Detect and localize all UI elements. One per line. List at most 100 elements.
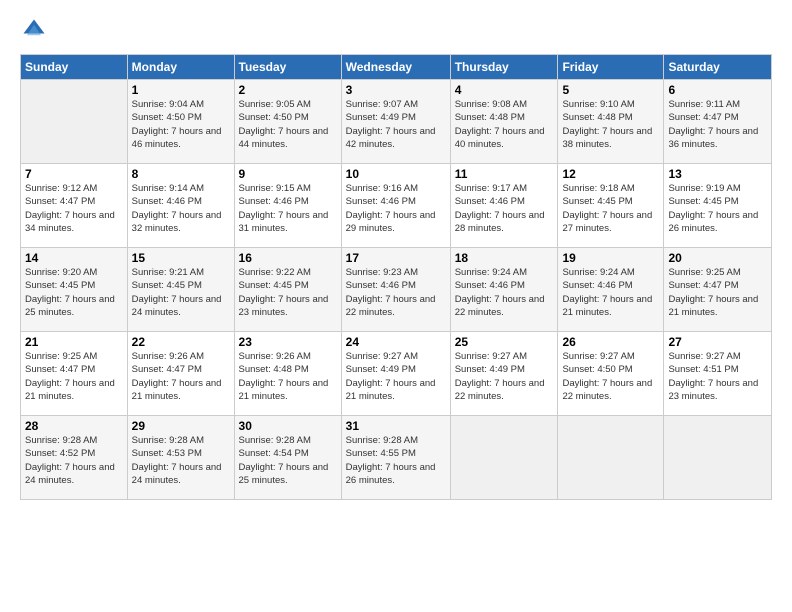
day-info: Sunrise: 9:16 AMSunset: 4:46 PMDaylight:… [346, 182, 446, 235]
header-cell-tuesday: Tuesday [234, 55, 341, 80]
header-cell-sunday: Sunday [21, 55, 128, 80]
day-number: 20 [668, 251, 767, 265]
day-cell [21, 80, 128, 164]
day-number: 25 [455, 335, 554, 349]
day-cell: 4Sunrise: 9:08 AMSunset: 4:48 PMDaylight… [450, 80, 558, 164]
day-info: Sunrise: 9:28 AMSunset: 4:53 PMDaylight:… [132, 434, 230, 487]
logo [20, 16, 52, 44]
day-info: Sunrise: 9:28 AMSunset: 4:52 PMDaylight:… [25, 434, 123, 487]
day-cell: 8Sunrise: 9:14 AMSunset: 4:46 PMDaylight… [127, 164, 234, 248]
page: SundayMondayTuesdayWednesdayThursdayFrid… [0, 0, 792, 612]
day-number: 28 [25, 419, 123, 433]
header [20, 16, 772, 44]
day-number: 3 [346, 83, 446, 97]
day-info: Sunrise: 9:24 AMSunset: 4:46 PMDaylight:… [455, 266, 554, 319]
day-number: 23 [239, 335, 337, 349]
day-cell [450, 416, 558, 500]
header-cell-wednesday: Wednesday [341, 55, 450, 80]
day-number: 12 [562, 167, 659, 181]
day-number: 9 [239, 167, 337, 181]
day-info: Sunrise: 9:27 AMSunset: 4:49 PMDaylight:… [346, 350, 446, 403]
day-number: 21 [25, 335, 123, 349]
day-cell: 12Sunrise: 9:18 AMSunset: 4:45 PMDayligh… [558, 164, 664, 248]
day-number: 7 [25, 167, 123, 181]
day-number: 18 [455, 251, 554, 265]
header-row: SundayMondayTuesdayWednesdayThursdayFrid… [21, 55, 772, 80]
day-cell: 19Sunrise: 9:24 AMSunset: 4:46 PMDayligh… [558, 248, 664, 332]
day-cell: 6Sunrise: 9:11 AMSunset: 4:47 PMDaylight… [664, 80, 772, 164]
day-number: 22 [132, 335, 230, 349]
day-cell: 31Sunrise: 9:28 AMSunset: 4:55 PMDayligh… [341, 416, 450, 500]
day-number: 26 [562, 335, 659, 349]
day-cell: 10Sunrise: 9:16 AMSunset: 4:46 PMDayligh… [341, 164, 450, 248]
day-cell: 25Sunrise: 9:27 AMSunset: 4:49 PMDayligh… [450, 332, 558, 416]
header-cell-thursday: Thursday [450, 55, 558, 80]
day-info: Sunrise: 9:25 AMSunset: 4:47 PMDaylight:… [668, 266, 767, 319]
day-cell: 14Sunrise: 9:20 AMSunset: 4:45 PMDayligh… [21, 248, 128, 332]
day-number: 30 [239, 419, 337, 433]
day-info: Sunrise: 9:07 AMSunset: 4:49 PMDaylight:… [346, 98, 446, 151]
day-number: 19 [562, 251, 659, 265]
calendar-header: SundayMondayTuesdayWednesdayThursdayFrid… [21, 55, 772, 80]
day-info: Sunrise: 9:08 AMSunset: 4:48 PMDaylight:… [455, 98, 554, 151]
day-info: Sunrise: 9:28 AMSunset: 4:55 PMDaylight:… [346, 434, 446, 487]
day-cell: 22Sunrise: 9:26 AMSunset: 4:47 PMDayligh… [127, 332, 234, 416]
day-number: 5 [562, 83, 659, 97]
day-cell: 5Sunrise: 9:10 AMSunset: 4:48 PMDaylight… [558, 80, 664, 164]
week-row-3: 14Sunrise: 9:20 AMSunset: 4:45 PMDayligh… [21, 248, 772, 332]
day-cell: 9Sunrise: 9:15 AMSunset: 4:46 PMDaylight… [234, 164, 341, 248]
day-info: Sunrise: 9:15 AMSunset: 4:46 PMDaylight:… [239, 182, 337, 235]
day-info: Sunrise: 9:27 AMSunset: 4:49 PMDaylight:… [455, 350, 554, 403]
header-cell-monday: Monday [127, 55, 234, 80]
day-info: Sunrise: 9:28 AMSunset: 4:54 PMDaylight:… [239, 434, 337, 487]
week-row-4: 21Sunrise: 9:25 AMSunset: 4:47 PMDayligh… [21, 332, 772, 416]
day-info: Sunrise: 9:26 AMSunset: 4:47 PMDaylight:… [132, 350, 230, 403]
day-cell: 3Sunrise: 9:07 AMSunset: 4:49 PMDaylight… [341, 80, 450, 164]
day-cell: 21Sunrise: 9:25 AMSunset: 4:47 PMDayligh… [21, 332, 128, 416]
day-cell: 2Sunrise: 9:05 AMSunset: 4:50 PMDaylight… [234, 80, 341, 164]
day-info: Sunrise: 9:23 AMSunset: 4:46 PMDaylight:… [346, 266, 446, 319]
header-cell-friday: Friday [558, 55, 664, 80]
day-number: 8 [132, 167, 230, 181]
day-cell: 15Sunrise: 9:21 AMSunset: 4:45 PMDayligh… [127, 248, 234, 332]
day-number: 2 [239, 83, 337, 97]
day-cell [664, 416, 772, 500]
day-number: 24 [346, 335, 446, 349]
day-cell: 24Sunrise: 9:27 AMSunset: 4:49 PMDayligh… [341, 332, 450, 416]
day-info: Sunrise: 9:18 AMSunset: 4:45 PMDaylight:… [562, 182, 659, 235]
day-info: Sunrise: 9:04 AMSunset: 4:50 PMDaylight:… [132, 98, 230, 151]
day-cell: 28Sunrise: 9:28 AMSunset: 4:52 PMDayligh… [21, 416, 128, 500]
week-row-1: 1Sunrise: 9:04 AMSunset: 4:50 PMDaylight… [21, 80, 772, 164]
day-info: Sunrise: 9:14 AMSunset: 4:46 PMDaylight:… [132, 182, 230, 235]
day-number: 31 [346, 419, 446, 433]
day-number: 15 [132, 251, 230, 265]
day-number: 1 [132, 83, 230, 97]
logo-icon [20, 16, 48, 44]
day-cell: 27Sunrise: 9:27 AMSunset: 4:51 PMDayligh… [664, 332, 772, 416]
day-info: Sunrise: 9:11 AMSunset: 4:47 PMDaylight:… [668, 98, 767, 151]
day-cell: 17Sunrise: 9:23 AMSunset: 4:46 PMDayligh… [341, 248, 450, 332]
day-info: Sunrise: 9:10 AMSunset: 4:48 PMDaylight:… [562, 98, 659, 151]
day-info: Sunrise: 9:19 AMSunset: 4:45 PMDaylight:… [668, 182, 767, 235]
day-cell: 23Sunrise: 9:26 AMSunset: 4:48 PMDayligh… [234, 332, 341, 416]
day-cell: 11Sunrise: 9:17 AMSunset: 4:46 PMDayligh… [450, 164, 558, 248]
header-cell-saturday: Saturday [664, 55, 772, 80]
calendar-body: 1Sunrise: 9:04 AMSunset: 4:50 PMDaylight… [21, 80, 772, 500]
day-cell: 18Sunrise: 9:24 AMSunset: 4:46 PMDayligh… [450, 248, 558, 332]
day-info: Sunrise: 9:27 AMSunset: 4:51 PMDaylight:… [668, 350, 767, 403]
day-info: Sunrise: 9:20 AMSunset: 4:45 PMDaylight:… [25, 266, 123, 319]
day-number: 17 [346, 251, 446, 265]
day-cell: 30Sunrise: 9:28 AMSunset: 4:54 PMDayligh… [234, 416, 341, 500]
day-number: 27 [668, 335, 767, 349]
day-info: Sunrise: 9:21 AMSunset: 4:45 PMDaylight:… [132, 266, 230, 319]
day-cell: 13Sunrise: 9:19 AMSunset: 4:45 PMDayligh… [664, 164, 772, 248]
day-info: Sunrise: 9:05 AMSunset: 4:50 PMDaylight:… [239, 98, 337, 151]
day-cell: 1Sunrise: 9:04 AMSunset: 4:50 PMDaylight… [127, 80, 234, 164]
day-info: Sunrise: 9:17 AMSunset: 4:46 PMDaylight:… [455, 182, 554, 235]
day-number: 13 [668, 167, 767, 181]
day-cell: 7Sunrise: 9:12 AMSunset: 4:47 PMDaylight… [21, 164, 128, 248]
week-row-2: 7Sunrise: 9:12 AMSunset: 4:47 PMDaylight… [21, 164, 772, 248]
day-info: Sunrise: 9:22 AMSunset: 4:45 PMDaylight:… [239, 266, 337, 319]
day-cell: 26Sunrise: 9:27 AMSunset: 4:50 PMDayligh… [558, 332, 664, 416]
week-row-5: 28Sunrise: 9:28 AMSunset: 4:52 PMDayligh… [21, 416, 772, 500]
